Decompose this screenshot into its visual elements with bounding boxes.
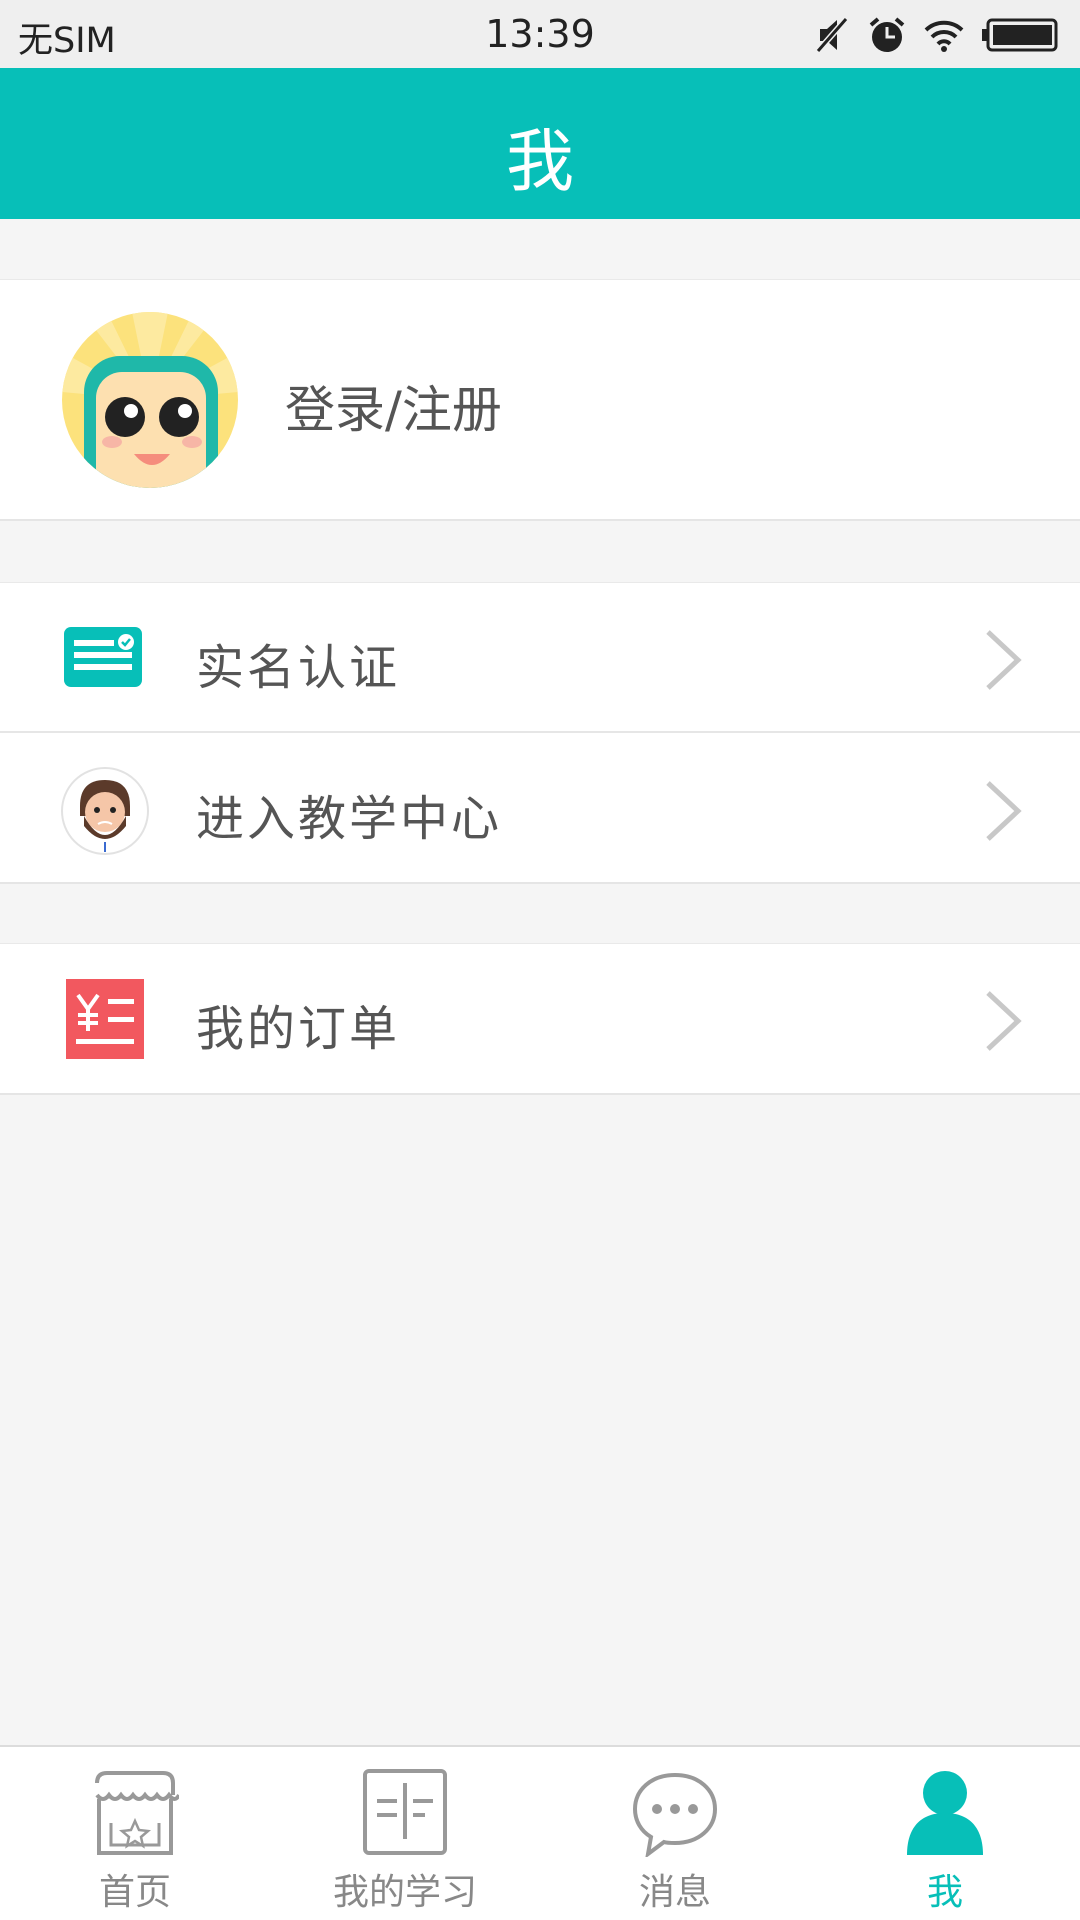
tab-label: 首页 [98,1872,171,1913]
menu-item-real-name[interactable]: 实名认证 [0,583,1080,733]
nav-bar: 我 [0,68,1080,219]
chevron-right-icon [986,991,1022,1051]
alarm-icon [869,17,905,52]
tab-home[interactable]: 首页 [0,1747,270,1920]
tab-label: 我 [926,1872,963,1913]
menu-item-label: 进入教学中心 [196,791,503,847]
profile-card[interactable]: 登录/注册 [0,279,1080,521]
message-bubble-icon [632,1772,718,1857]
status-bar: 无SIM 13:39 [0,0,1080,68]
bottom-tab-bar: 首页 我的学习 消息 我 [0,1745,1080,1920]
menu-item-label: 我的订单 [196,1001,401,1057]
status-icons [816,14,1058,56]
battery-icon [982,18,1058,52]
menu-group-orders: 我的订单 [0,943,1080,1095]
home-store-icon [95,1771,179,1855]
menu-group-account: 实名认证 进入教学中心 [0,582,1080,884]
page-title: 我 [505,123,574,202]
tab-label: 消息 [638,1872,711,1913]
order-yuan-icon [66,979,144,1059]
tab-my-study[interactable]: 我的学习 [270,1747,540,1920]
id-card-icon [64,627,142,687]
menu-item-label: 实名认证 [196,640,401,696]
tab-messages[interactable]: 消息 [540,1747,810,1920]
chevron-right-icon [986,630,1022,690]
teacher-avatar-icon [61,767,149,855]
menu-item-teaching-center[interactable]: 进入教学中心 [0,734,1080,884]
book-icon [363,1769,447,1855]
wifi-icon [924,20,964,52]
mute-icon [816,17,849,53]
login-register-link[interactable]: 登录/注册 [285,370,502,442]
chevron-right-icon [986,781,1022,841]
menu-item-my-orders[interactable]: 我的订单 [0,944,1080,1094]
person-icon [907,1771,983,1855]
cartoon-avatar-icon [62,312,238,488]
tab-me[interactable]: 我 [810,1747,1080,1920]
tab-label: 我的学习 [332,1872,477,1913]
